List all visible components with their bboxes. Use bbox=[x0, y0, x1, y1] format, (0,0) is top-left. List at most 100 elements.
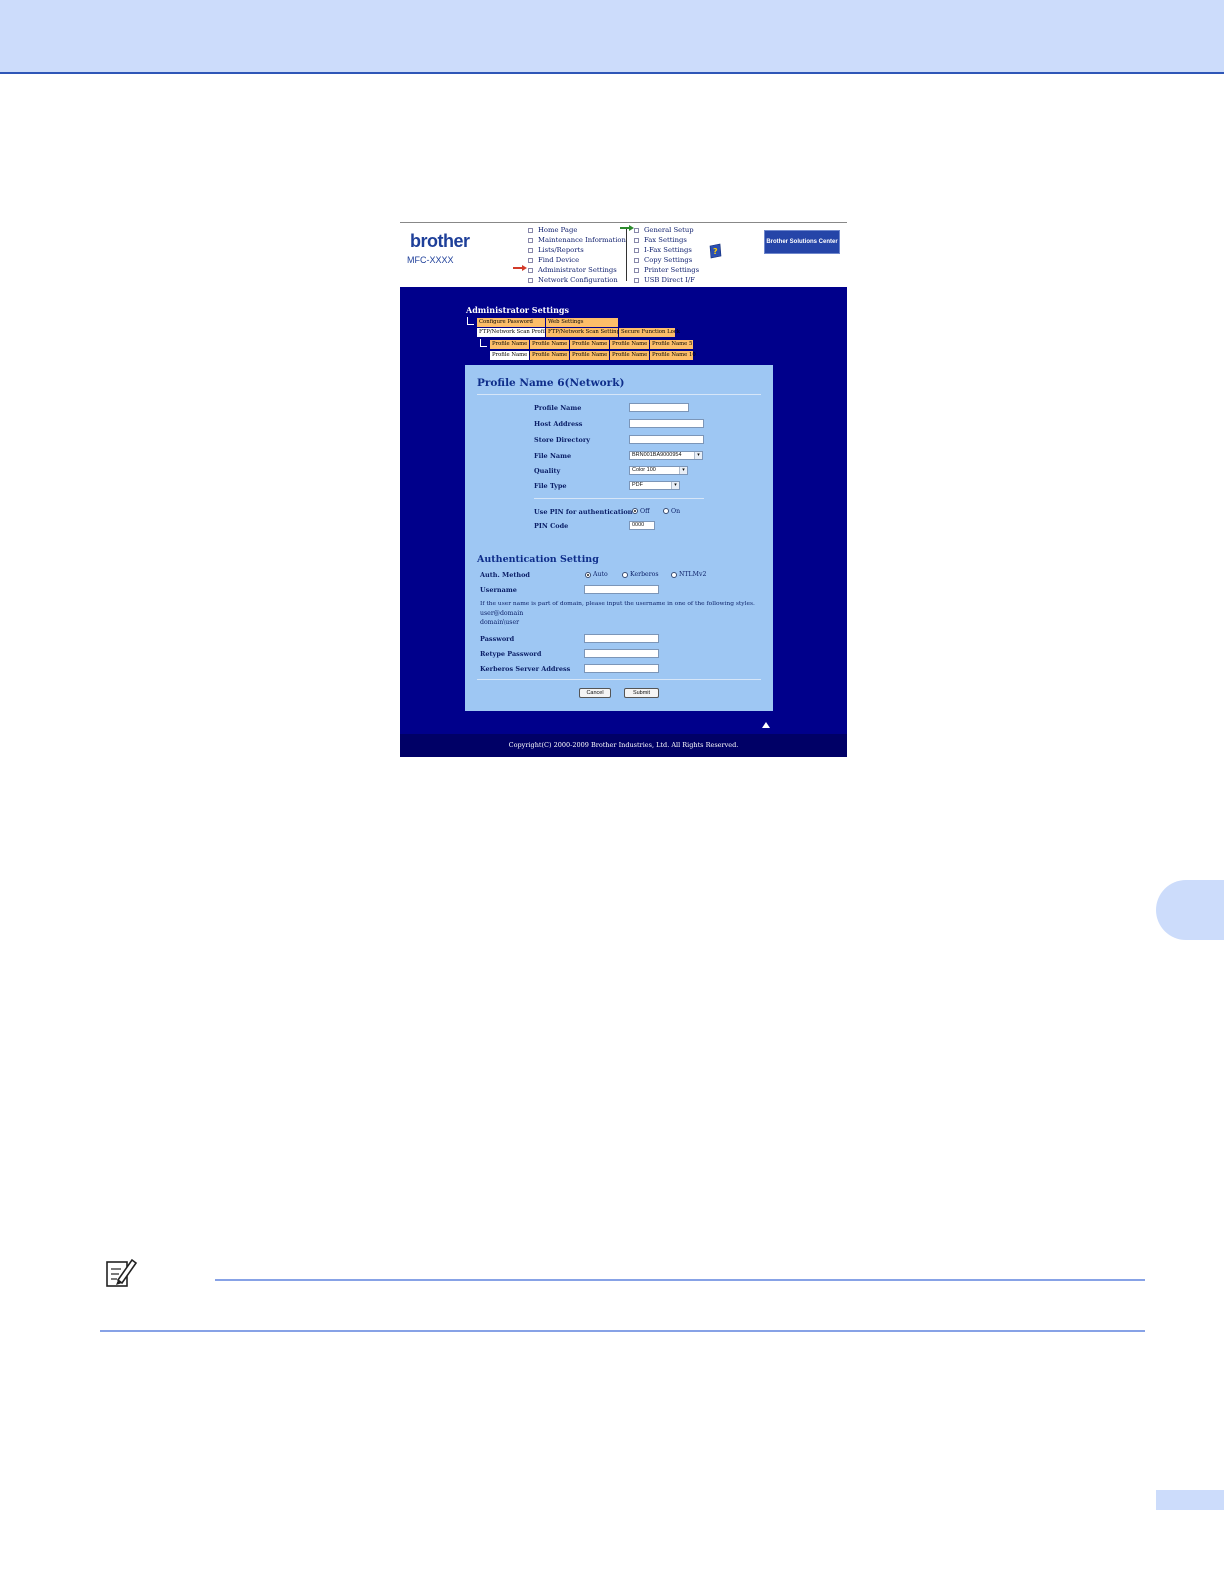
tab-profile-5[interactable]: Profile Name 5 bbox=[650, 340, 693, 349]
kerberos-server-input[interactable] bbox=[584, 664, 659, 673]
web-header: brother MFC-XXXX Home Page Maintenance I… bbox=[400, 223, 847, 287]
tab-profile-2[interactable]: Profile Name 2 bbox=[530, 340, 572, 349]
kerberos-server-label: Kerberos Server Address bbox=[480, 665, 571, 673]
bullet-icon bbox=[528, 247, 533, 253]
submit-button[interactable]: Submit bbox=[624, 688, 659, 698]
svg-text:?: ? bbox=[713, 247, 718, 256]
host-address-label: Host Address bbox=[534, 420, 583, 428]
pin-off-label: Off bbox=[640, 508, 650, 515]
nav-left: Home Page Maintenance Information Lists/… bbox=[528, 225, 626, 285]
bullet-icon bbox=[634, 247, 639, 253]
pin-code-input[interactable]: 0000 bbox=[629, 521, 655, 530]
note-divider bbox=[215, 1279, 1145, 1281]
quality-value: Color 100 bbox=[632, 467, 656, 473]
nav-separator bbox=[626, 229, 627, 281]
username-style-2: domain\user bbox=[480, 619, 520, 626]
nav-label: Home Page bbox=[538, 226, 578, 234]
username-style-1: user@domain bbox=[480, 610, 524, 617]
scroll-top-icon[interactable] bbox=[762, 722, 770, 728]
username-input[interactable] bbox=[584, 585, 659, 594]
copyright-footer: Copyright(C) 2000-2009 Brother Industrie… bbox=[400, 734, 847, 757]
note-bottom-divider bbox=[100, 1330, 1145, 1332]
tab-secure-function-lock[interactable]: Secure Function Lock bbox=[619, 328, 680, 337]
auth-ntlmv2-radio[interactable] bbox=[671, 572, 677, 578]
file-type-label: File Type bbox=[534, 482, 567, 490]
file-name-label: File Name bbox=[534, 452, 572, 460]
nav-label: Network Configuration bbox=[538, 276, 618, 284]
nav-item-ifax-settings[interactable]: I-Fax Settings bbox=[634, 245, 699, 255]
retype-password-input[interactable] bbox=[584, 649, 659, 658]
bullet-icon bbox=[528, 237, 533, 243]
help-book-icon[interactable]: ? bbox=[708, 243, 722, 259]
username-label: Username bbox=[480, 586, 517, 594]
auth-auto-label: Auto bbox=[593, 571, 608, 578]
divider bbox=[534, 498, 704, 499]
auth-kerberos-label: Kerberos bbox=[630, 571, 659, 578]
auth-ntlmv2-label: NTLMv2 bbox=[679, 571, 707, 578]
pin-on-radio[interactable] bbox=[663, 508, 669, 514]
auth-kerberos-radio[interactable] bbox=[622, 572, 628, 578]
password-input[interactable] bbox=[584, 634, 659, 643]
tab-scan-settings[interactable]: FTP/Network Scan Settings bbox=[546, 328, 623, 337]
tab-profile-8[interactable]: Profile Name 8 bbox=[570, 351, 612, 360]
tab-profile-3[interactable]: Profile Name 3 bbox=[570, 340, 612, 349]
cancel-button[interactable]: Cancel bbox=[579, 688, 611, 698]
tab-scan-profile[interactable]: FTP/Network Scan Profile bbox=[477, 328, 549, 337]
bullet-icon bbox=[528, 257, 533, 263]
password-label: Password bbox=[480, 635, 515, 643]
profile-name-label: Profile Name bbox=[534, 404, 582, 412]
tab-web-settings[interactable]: Web Settings bbox=[546, 318, 618, 327]
web-screenshot: brother MFC-XXXX Home Page Maintenance I… bbox=[400, 222, 847, 757]
store-directory-input[interactable] bbox=[629, 435, 704, 444]
quality-select[interactable]: Color 100 ▾ bbox=[629, 466, 688, 475]
nav-label: Lists/Reports bbox=[538, 246, 584, 254]
nav-item-network-config[interactable]: Network Configuration bbox=[528, 275, 626, 285]
profile-name-input[interactable] bbox=[629, 403, 689, 412]
pin-on-label: On bbox=[671, 508, 681, 515]
nav-item-copy-settings[interactable]: Copy Settings bbox=[634, 255, 699, 265]
nav-label: General Setup bbox=[644, 226, 694, 234]
chevron-down-icon: ▾ bbox=[694, 452, 702, 459]
file-name-value: BRN001BA9000954 bbox=[632, 452, 682, 458]
nav-label: Administrator Settings bbox=[538, 266, 617, 274]
nav-label: Find Device bbox=[538, 256, 580, 264]
file-name-select[interactable]: BRN001BA9000954 ▾ bbox=[629, 451, 703, 460]
divider bbox=[477, 394, 761, 395]
auth-auto-radio[interactable] bbox=[585, 572, 591, 578]
tab-profile-1[interactable]: Profile Name 1 bbox=[490, 340, 532, 349]
nav-item-fax-settings[interactable]: Fax Settings bbox=[634, 235, 699, 245]
tab-configure-password[interactable]: Configure Password bbox=[477, 318, 545, 327]
web-main: Administrator Settings Configure Passwor… bbox=[400, 287, 847, 734]
page-header-band bbox=[0, 0, 1224, 74]
solutions-center-button[interactable]: Brother Solutions Center bbox=[764, 230, 840, 254]
nav-item-maintenance[interactable]: Maintenance Information bbox=[528, 235, 626, 245]
current-arrow-icon bbox=[513, 265, 527, 271]
tab-profile-4[interactable]: Profile Name 4 bbox=[610, 340, 652, 349]
nav-item-general-setup[interactable]: General Setup bbox=[634, 225, 699, 235]
nav-item-home[interactable]: Home Page bbox=[528, 225, 626, 235]
bullet-icon bbox=[634, 257, 639, 263]
nav-item-admin-settings[interactable]: Administrator Settings bbox=[528, 265, 626, 275]
file-type-value: PDF bbox=[632, 482, 643, 488]
tab-profile-10[interactable]: Profile Name 10 bbox=[650, 351, 696, 360]
bullet-icon bbox=[634, 237, 639, 243]
nav-label: Maintenance Information bbox=[538, 236, 626, 244]
nav-right: General Setup Fax Settings I-Fax Setting… bbox=[634, 225, 699, 285]
nav-item-lists[interactable]: Lists/Reports bbox=[528, 245, 626, 255]
tree-elbow bbox=[467, 317, 474, 325]
nav-item-find-device[interactable]: Find Device bbox=[528, 255, 626, 265]
file-type-select[interactable]: PDF ▾ bbox=[629, 481, 680, 490]
bullet-icon bbox=[634, 277, 639, 283]
tab-profile-6[interactable]: Profile Name 6 bbox=[490, 351, 532, 360]
tab-profile-9[interactable]: Profile Name 9 bbox=[610, 351, 652, 360]
pin-off-radio[interactable] bbox=[632, 508, 638, 514]
auth-method-label: Auth. Method bbox=[480, 571, 530, 579]
quality-label: Quality bbox=[534, 467, 561, 475]
nav-label: I-Fax Settings bbox=[644, 246, 692, 254]
nav-label: Fax Settings bbox=[644, 236, 687, 244]
nav-item-printer-settings[interactable]: Printer Settings bbox=[634, 265, 699, 275]
host-address-input[interactable] bbox=[629, 419, 704, 428]
bullet-icon bbox=[528, 277, 533, 283]
tab-profile-7[interactable]: Profile Name 7 bbox=[530, 351, 572, 360]
nav-item-usb-direct[interactable]: USB Direct I/F bbox=[634, 275, 699, 285]
